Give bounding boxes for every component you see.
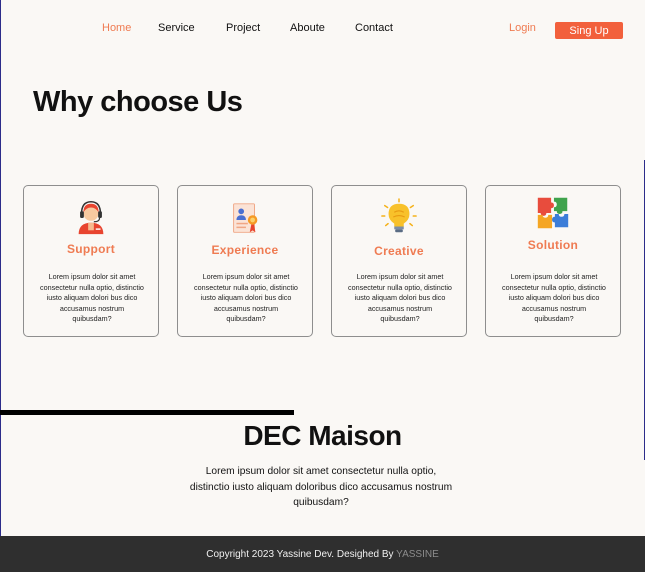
about-text: Lorem ipsum dolor sit amet consectetur n… bbox=[189, 466, 453, 508]
puzzle-icon bbox=[537, 197, 569, 229]
nav-service-link[interactable]: Service bbox=[158, 22, 195, 34]
footer-copyright-text: Copyright 2023 Yassine Dev. Desighed By bbox=[206, 548, 397, 560]
nav-home-link[interactable]: Home bbox=[102, 22, 131, 34]
card-title: Support bbox=[66, 242, 116, 256]
main-nav: Home Service Project Aboute Contact bbox=[0, 22, 645, 38]
feature-card-experience: Experience Lorem ipsum dolor sit amet co… bbox=[177, 185, 313, 337]
card-text: Lorem ipsum dolor sit amet consectetur n… bbox=[194, 272, 298, 323]
card-text: Lorem ipsum dolor sit amet consectetur n… bbox=[502, 272, 606, 323]
page-left-border bbox=[0, 0, 1, 572]
nav-project-link[interactable]: Project bbox=[226, 22, 260, 34]
card-title: Experience bbox=[211, 243, 279, 257]
section-divider bbox=[0, 410, 294, 415]
about-title: DEC Maison bbox=[243, 420, 402, 451]
signup-button[interactable]: Sing Up bbox=[555, 22, 623, 39]
footer-brand-link[interactable]: YASSINE bbox=[396, 549, 439, 560]
footer: Copyright 2023 Yassine Dev. Desighed By … bbox=[0, 536, 645, 572]
card-title: Creative bbox=[374, 244, 424, 258]
feature-card-solution: Solution Lorem ipsum dolor sit amet cons… bbox=[485, 185, 621, 337]
login-link[interactable]: Login bbox=[509, 22, 536, 34]
card-text: Lorem ipsum dolor sit amet consectetur n… bbox=[348, 272, 452, 323]
certificate-icon bbox=[233, 203, 258, 233]
section-title: Why choose Us bbox=[33, 86, 243, 118]
feature-card-support: Support Lorem ipsum dolor sit amet conse… bbox=[23, 185, 159, 337]
nav-about-link[interactable]: Aboute bbox=[290, 22, 325, 34]
card-text: Lorem ipsum dolor sit amet consectetur n… bbox=[40, 272, 144, 323]
feature-card-creative: Creative Lorem ipsum dolor sit amet cons… bbox=[331, 185, 467, 337]
nav-contact-link[interactable]: Contact bbox=[355, 22, 393, 34]
lightbulb-icon bbox=[381, 198, 417, 233]
card-title: Solution bbox=[527, 238, 579, 252]
headset-person-icon bbox=[78, 201, 104, 235]
footer-copyright: Copyright 2023 Yassine Dev. Desighed By … bbox=[206, 549, 439, 560]
